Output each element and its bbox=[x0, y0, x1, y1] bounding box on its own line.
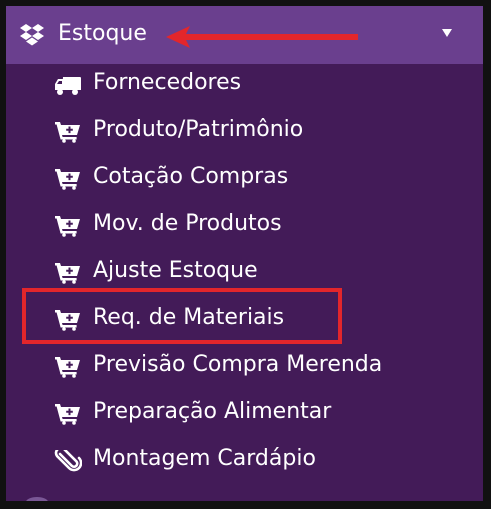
menu-item-preparacao-alimentar[interactable]: Preparação Alimentar bbox=[6, 389, 483, 436]
menu-item-label: Produto/Patrimônio bbox=[93, 117, 304, 142]
menu-item-previsao-compra-merenda[interactable]: Previsão Compra Merenda bbox=[6, 342, 483, 389]
cart-plus-icon bbox=[55, 263, 80, 284]
menu-item-req-de-materiais[interactable]: Req. de Materiais bbox=[6, 295, 483, 342]
menu-item-ajuste-estoque[interactable]: Ajuste Estoque bbox=[6, 248, 483, 295]
arrow-annotation bbox=[166, 26, 358, 48]
truck-icon bbox=[55, 77, 81, 95]
submenu-list: Fornecedores Produto/Patrimônio Cotação … bbox=[6, 60, 483, 483]
menu-item-label: Mov. de Produtos bbox=[93, 211, 282, 236]
menu-header-estoque[interactable]: Estoque bbox=[6, 6, 483, 64]
next-menu-header-stub bbox=[26, 497, 48, 501]
menu-item-label: Preparação Alimentar bbox=[93, 399, 332, 424]
menu-item-label: Previsão Compra Merenda bbox=[93, 352, 383, 377]
menu-item-label: Ajuste Estoque bbox=[93, 258, 258, 283]
cart-plus-icon bbox=[55, 169, 80, 190]
menu-header-label: Estoque bbox=[58, 21, 147, 46]
cart-plus-icon bbox=[55, 122, 80, 143]
menu-item-fornecedores[interactable]: Fornecedores bbox=[6, 60, 483, 107]
paperclip-icon bbox=[54, 450, 82, 472]
cart-plus-icon bbox=[55, 216, 80, 237]
menu-item-mov-de-produtos[interactable]: Mov. de Produtos bbox=[6, 201, 483, 248]
caret-down-icon[interactable] bbox=[441, 28, 453, 38]
menu-item-cotacao-compras[interactable]: Cotação Compras bbox=[6, 154, 483, 201]
menu-item-label: Req. de Materiais bbox=[93, 305, 285, 330]
cart-plus-icon bbox=[55, 310, 80, 331]
sidebar-screenshot-frame: Estoque Fornecedores Produto/Patrimônio … bbox=[0, 0, 491, 509]
menu-item-montagem-cardapio[interactable]: Montagem Cardápio bbox=[6, 436, 483, 483]
cart-plus-icon bbox=[55, 357, 80, 378]
menu-item-label: Fornecedores bbox=[93, 70, 242, 95]
menu-item-label: Cotação Compras bbox=[93, 164, 289, 189]
dropbox-icon bbox=[20, 24, 44, 46]
menu-item-produto-patrimonio[interactable]: Produto/Patrimônio bbox=[6, 107, 483, 154]
menu-item-label: Montagem Cardápio bbox=[93, 446, 316, 471]
cart-plus-icon bbox=[55, 404, 80, 425]
